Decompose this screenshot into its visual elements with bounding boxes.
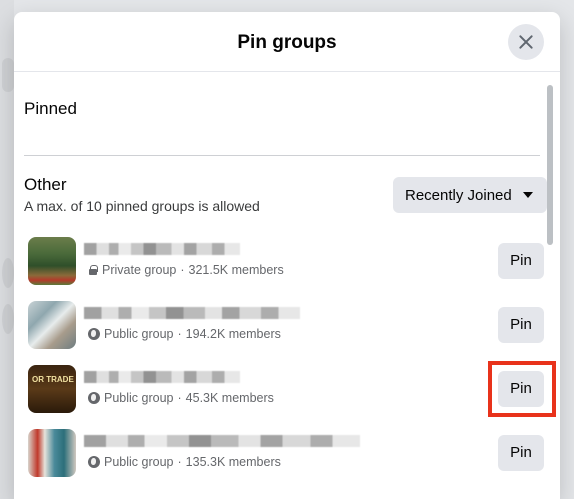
group-meta: Public group · 194.2K members (88, 327, 281, 341)
group-privacy: Private group (102, 263, 177, 277)
group-meta: Public group · 135.3K members (88, 455, 281, 469)
globe-icon (88, 392, 100, 404)
group-thumbnail-text: OR TRADE (32, 375, 74, 384)
background-element (2, 58, 14, 92)
dialog-title: Pin groups (237, 32, 337, 53)
sort-selected-value: Recently Joined (405, 187, 512, 204)
group-meta: Public group · 45.3K members (88, 391, 274, 405)
group-name-blurred[interactable] (84, 435, 360, 447)
lock-icon (88, 265, 98, 275)
pin-button[interactable]: Pin (498, 435, 544, 471)
group-members: 194.2K members (185, 327, 281, 341)
meta-separator: · (180, 263, 185, 277)
group-meta: Private group · 321.5K members (88, 263, 284, 277)
group-privacy: Public group (104, 455, 174, 469)
group-row: Public group · 135.3K members Pin (14, 429, 560, 493)
caret-down-icon (523, 192, 533, 198)
pin-button[interactable]: Pin (498, 371, 544, 407)
dialog-body: Pinned Other A max. of 10 pinned groups … (14, 73, 560, 499)
meta-separator: · (177, 327, 182, 341)
meta-separator: · (177, 391, 182, 405)
group-row: Public group · 194.2K members Pin (14, 301, 560, 365)
group-row: Private group · 321.5K members Pin (14, 237, 560, 301)
pin-button[interactable]: Pin (498, 307, 544, 343)
globe-icon (88, 328, 100, 340)
scrollbar[interactable] (547, 85, 553, 245)
group-privacy: Public group (104, 391, 174, 405)
group-thumbnail[interactable] (28, 301, 76, 349)
group-thumbnail[interactable]: OR TRADE (28, 365, 76, 413)
pin-groups-dialog: Pin groups Pinned Other A max. of 10 pin… (14, 12, 560, 499)
group-name-blurred[interactable] (84, 307, 300, 319)
sort-dropdown[interactable]: Recently Joined (393, 177, 547, 213)
group-members: 45.3K members (185, 391, 274, 405)
group-row: OR TRADE Public group · 45.3K members Pi… (14, 361, 560, 429)
other-section-title: Other (24, 175, 67, 194)
group-thumbnail[interactable] (28, 429, 76, 477)
background-element (2, 304, 14, 334)
dialog-header: Pin groups (14, 12, 560, 72)
group-name-blurred[interactable] (84, 371, 240, 383)
background-element (2, 258, 14, 288)
group-thumbnail[interactable] (28, 237, 76, 285)
globe-icon (88, 456, 100, 468)
close-button[interactable] (508, 24, 544, 60)
meta-separator: · (177, 455, 182, 469)
group-members: 321.5K members (188, 263, 284, 277)
group-privacy: Public group (104, 327, 174, 341)
pin-limit-hint: A max. of 10 pinned groups is allowed (24, 198, 260, 214)
pin-button[interactable]: Pin (498, 243, 544, 279)
section-divider (24, 155, 540, 156)
group-name-blurred[interactable] (84, 243, 240, 255)
pinned-section-title: Pinned (24, 99, 77, 118)
group-members: 135.3K members (185, 455, 281, 469)
